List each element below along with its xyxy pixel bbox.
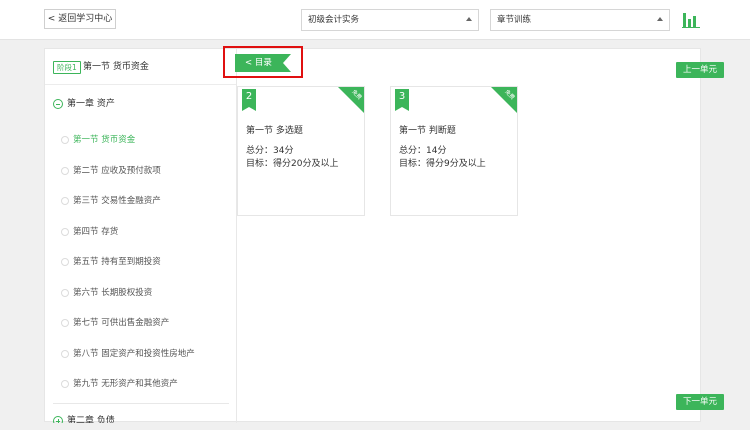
sidebar-item-label: 第三节 交易性金融资产 xyxy=(73,196,161,206)
sidebar-item-label: 第八节 固定资产和投资性房地产 xyxy=(73,349,195,359)
card-number: 2 xyxy=(242,89,256,111)
radio-dot-icon xyxy=(61,258,69,266)
chapter-1-label: 第一章 资产 xyxy=(67,99,115,109)
toc-button[interactable]: < 目录 xyxy=(235,54,291,72)
sidebar-header: 阶段1 第一节 货币资金 xyxy=(45,49,236,85)
radio-dot-icon xyxy=(61,167,69,175)
caret-up-icon xyxy=(657,17,663,21)
subject-select-value: 初级会计实务 xyxy=(308,15,360,25)
collapse-icon xyxy=(53,99,63,109)
free-ribbon: 免费 xyxy=(491,87,517,113)
sidebar-divider xyxy=(53,403,229,404)
sidebar-item-label: 第九节 无形资产和其他资产 xyxy=(73,379,178,389)
subject-select[interactable]: 初级会计实务 xyxy=(301,9,479,31)
sidebar-item-label: 第七节 可供出售金融资产 xyxy=(73,318,170,328)
mode-select-value: 章节训练 xyxy=(497,15,532,25)
free-ribbon: 免费 xyxy=(338,87,364,113)
chapter-sidebar: 阶段1 第一节 货币资金 第一章 资产 第一节 货币资金 第二节 应收及预付款项… xyxy=(45,49,237,423)
free-badge: 免费 xyxy=(503,89,516,102)
radio-dot-icon xyxy=(61,350,69,358)
card-total-score: 总分：14分 xyxy=(399,146,447,156)
sidebar-item-label: 第一节 货币资金 xyxy=(73,135,136,145)
sidebar-item-label: 第五节 持有至到期投资 xyxy=(73,257,161,267)
card-title: 第一节 判断题 xyxy=(399,126,456,136)
main-panel: 阶段1 第一节 货币资金 第一章 资产 第一节 货币资金 第二节 应收及预付款项… xyxy=(44,48,701,423)
bar-chart-icon[interactable] xyxy=(682,10,700,28)
card-target: 目标：得分20分及以上 xyxy=(246,159,339,169)
card-title: 第一节 多选题 xyxy=(246,126,303,136)
expand-icon xyxy=(53,416,63,423)
prev-unit-button[interactable]: 上一单元 xyxy=(676,62,724,78)
sidebar-item-label: 第四节 存货 xyxy=(73,227,119,237)
card-number: 3 xyxy=(395,89,409,111)
top-header: < 返回学习中心 初级会计实务 章节训练 xyxy=(0,0,750,40)
radio-dot-icon xyxy=(61,289,69,297)
radio-dot-icon xyxy=(61,228,69,236)
back-to-learning-center-button[interactable]: < 返回学习中心 xyxy=(44,9,116,29)
radio-dot-icon xyxy=(61,380,69,388)
sidebar-item-label: 第六节 长期股权投资 xyxy=(73,288,153,298)
radio-dot-icon xyxy=(61,136,69,144)
practice-card-2[interactable]: 2 免费 第一节 多选题 总分：34分 目标：得分20分及以上 xyxy=(237,86,365,216)
card-target: 目标：得分9分及以上 xyxy=(399,159,486,169)
stage-badge: 阶段1 xyxy=(53,61,81,74)
chapter-2-label: 第二章 负债 xyxy=(67,416,115,423)
mode-select[interactable]: 章节训练 xyxy=(490,9,670,31)
radio-dot-icon xyxy=(61,319,69,327)
practice-card-3[interactable]: 3 免费 第一节 判断题 总分：14分 目标：得分9分及以上 xyxy=(390,86,518,216)
radio-dot-icon xyxy=(61,197,69,205)
card-total-score: 总分：34分 xyxy=(246,146,294,156)
next-unit-button[interactable]: 下一单元 xyxy=(676,394,724,410)
free-badge: 免费 xyxy=(350,89,363,102)
sidebar-item-label: 第二节 应收及预付款项 xyxy=(73,166,161,176)
caret-up-icon xyxy=(466,17,472,21)
current-section-title: 第一节 货币资金 xyxy=(83,62,149,72)
